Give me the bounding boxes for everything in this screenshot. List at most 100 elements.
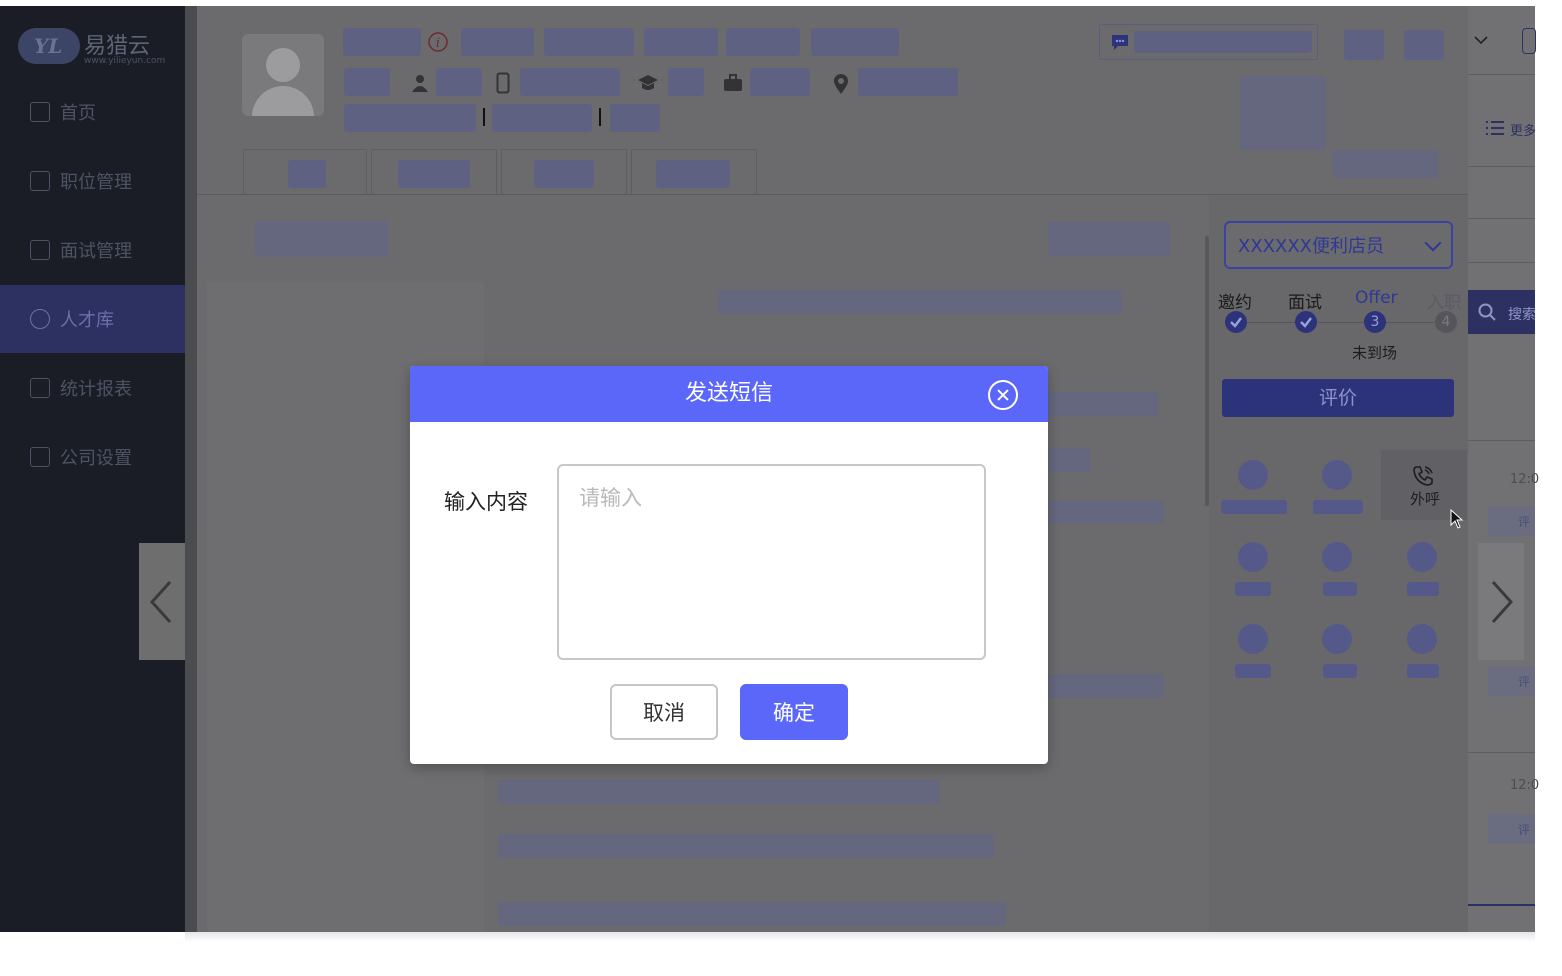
sidebar-item-label: 职位管理 [60, 172, 132, 193]
action-icon[interactable] [1407, 542, 1437, 572]
tag-placeholder [461, 28, 534, 56]
step-onboard-label: 入职 [1427, 293, 1461, 313]
education-placeholder [668, 68, 704, 96]
sidebar-item-interviews[interactable]: 面试管理 [0, 216, 185, 284]
send-sms-dialog: 发送短信 输入内容 取消 确定 [410, 366, 1048, 764]
sidebar-item-jobs[interactable]: 职位管理 [0, 147, 185, 215]
sidebar-item-talent-pool[interactable]: 人才库 [0, 285, 185, 353]
eval-chip-label: 评 [1518, 675, 1531, 689]
resume-line [1037, 500, 1164, 524]
scroll-gutter [185, 6, 197, 932]
chat-icon [1112, 35, 1128, 50]
divider [599, 108, 601, 126]
tab-1[interactable] [243, 149, 367, 195]
action-label-placeholder [1235, 582, 1271, 596]
phone-placeholder [520, 68, 620, 96]
chevron-right-icon [1491, 580, 1514, 623]
action-label-placeholder [1407, 664, 1439, 678]
location-placeholder [858, 68, 958, 96]
action-icon[interactable] [1322, 542, 1352, 572]
logo-url: www.yilieyun.com [84, 56, 166, 66]
action-label-placeholder [1323, 664, 1357, 678]
window-control-icon[interactable] [1522, 28, 1536, 54]
dialog-title: 发送短信 [684, 381, 773, 406]
step-offer-number[interactable]: 3 [1364, 311, 1386, 333]
tag-placeholder [726, 28, 800, 56]
chart-icon [30, 378, 50, 398]
logo-mark: YL [34, 34, 63, 58]
tab-3[interactable] [501, 149, 627, 195]
message-box[interactable] [1099, 24, 1318, 60]
tab-2[interactable] [371, 149, 497, 195]
sidebar-item-settings[interactable]: 公司设置 [0, 423, 185, 491]
eval-chip[interactable]: 评 [1488, 666, 1535, 696]
briefcase-icon [724, 74, 742, 91]
app-logo[interactable]: YL 易猎云 www.yilieyun.com [18, 26, 178, 70]
sidebar-item-label: 面试管理 [60, 241, 132, 262]
app-sidebar: YL 易猎云 www.yilieyun.com 首页 职位管理 面试管理 人才库… [0, 6, 185, 932]
page-shadow [185, 932, 1535, 942]
cancel-button[interactable]: 取消 [610, 684, 718, 740]
eval-chip[interactable]: 评 [1488, 814, 1535, 844]
eval-chip-label: 评 [1518, 515, 1531, 529]
sidebar-item-home[interactable]: 首页 [0, 78, 185, 146]
name-placeholder [343, 28, 421, 56]
eval-chip-label: 评 [1518, 823, 1531, 837]
section-action-placeholder[interactable] [1048, 222, 1170, 256]
step-onboard-number[interactable]: 4 [1435, 311, 1457, 333]
chevron-left-icon [149, 580, 172, 623]
meta-placeholder [492, 104, 592, 132]
action-icon[interactable] [1407, 624, 1437, 654]
position-select-value: XXXXXX便利店员 [1238, 236, 1384, 257]
logo-cloud-icon: YL [18, 28, 80, 64]
mouse-cursor-icon [1450, 509, 1464, 529]
close-icon[interactable] [988, 380, 1018, 410]
briefcase-icon [30, 240, 50, 260]
step-offer-label: Offer [1355, 288, 1398, 308]
action-label-placeholder [1221, 500, 1287, 514]
divider [483, 108, 485, 126]
step-invite-label: 邀约 [1218, 293, 1252, 313]
info-icon[interactable]: i [427, 31, 449, 53]
evaluate-button[interactable]: 评价 [1222, 379, 1454, 417]
action-placeholder[interactable] [1404, 30, 1444, 60]
qr-placeholder [1240, 76, 1326, 150]
sidebar-item-label: 人才库 [60, 310, 114, 331]
resume-line [718, 290, 1122, 314]
screen: YL 易猎云 www.yilieyun.com 首页 职位管理 面试管理 人才库… [0, 0, 1562, 976]
qr-caption-placeholder [1332, 150, 1438, 178]
candidate-avatar [242, 34, 324, 116]
search-button[interactable]: 搜索 [1468, 290, 1536, 334]
tab-4[interactable] [631, 149, 757, 195]
check-icon[interactable] [1295, 311, 1317, 333]
action-icon[interactable] [1238, 624, 1268, 654]
sms-content-input[interactable] [557, 464, 986, 660]
action-label-placeholder [1313, 500, 1363, 514]
step-interview-label: 面试 [1288, 293, 1322, 313]
sidebar-item-reports[interactable]: 统计报表 [0, 354, 185, 422]
prev-candidate-button[interactable] [139, 543, 185, 660]
confirm-button[interactable]: 确定 [740, 684, 848, 740]
action-label-placeholder [1323, 582, 1357, 596]
meta-placeholder [610, 104, 660, 132]
position-select[interactable]: XXXXXX便利店员 [1224, 221, 1453, 269]
action-placeholder[interactable] [1344, 30, 1384, 60]
step-status: 未到场 [1352, 344, 1398, 362]
svg-text:i: i [436, 36, 440, 51]
search-icon [1478, 303, 1496, 321]
check-icon[interactable] [1225, 311, 1247, 333]
phone-icon [496, 72, 510, 94]
sidebar-item-label: 公司设置 [60, 448, 132, 469]
next-candidate-button[interactable] [1478, 543, 1524, 660]
action-icon[interactable] [1322, 460, 1352, 490]
action-icon[interactable] [1238, 460, 1268, 490]
more-label[interactable]: 更多 [1510, 120, 1536, 139]
action-icon[interactable] [1322, 624, 1352, 654]
graduation-cap-icon [638, 75, 658, 90]
candidate-action-pane: XXXXXX便利店员 邀约 面试 Offer 入职 3 4 未到场 评价 外呼 [1209, 196, 1468, 932]
action-icon[interactable] [1238, 542, 1268, 572]
action-label-placeholder [1407, 582, 1439, 596]
phone-call-icon [1413, 466, 1433, 486]
person-icon [412, 75, 428, 92]
eval-chip[interactable]: 评 [1488, 506, 1535, 536]
